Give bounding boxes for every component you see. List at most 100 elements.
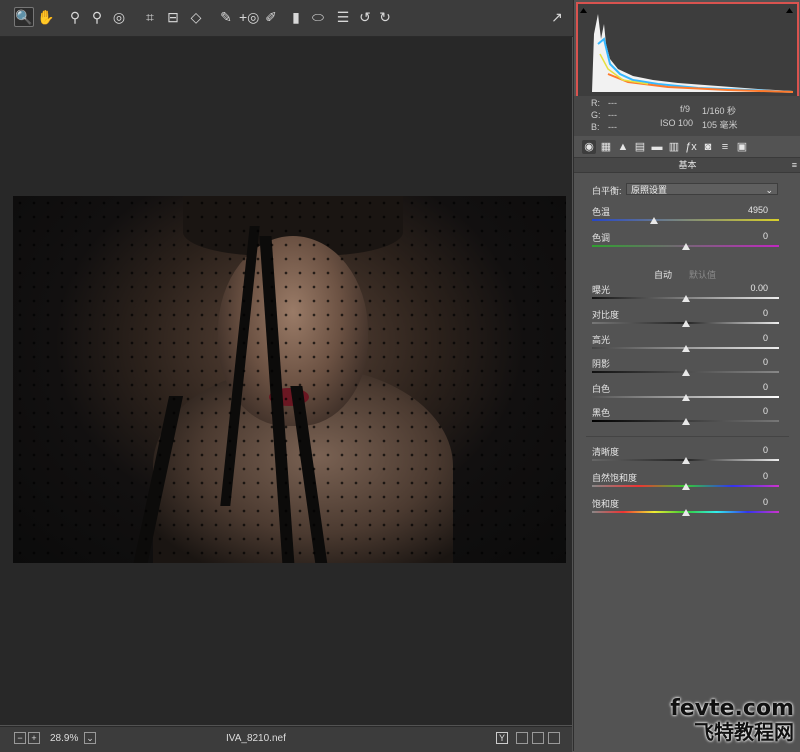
panel-title: 基本: [678, 160, 697, 170]
zoom-out-button[interactable]: −: [14, 732, 26, 744]
split-toning-tab-icon[interactable]: ▬: [650, 140, 664, 154]
adjustments-panel: R: --- G: --- B: --- f/9 1/160 秒 ISO 100…: [573, 0, 800, 751]
zoom-level: 28.9%: [50, 733, 79, 744]
white-balance-select[interactable]: 原照设置 ⌄: [626, 183, 778, 195]
rotate-ccw-icon[interactable]: ↺: [356, 8, 374, 26]
transform-icon[interactable]: ◇: [187, 8, 205, 26]
image-canvas[interactable]: [0, 37, 572, 725]
slider-thumb[interactable]: [681, 509, 690, 516]
slider-label: 阴影: [592, 359, 611, 369]
slider-thumb[interactable]: [681, 243, 690, 250]
slider-label: 自然饱和度: [592, 473, 638, 483]
zoom-icon[interactable]: 🔍: [14, 7, 34, 27]
slider-value[interactable]: 0: [708, 231, 768, 241]
slider-value[interactable]: 4950: [708, 205, 768, 215]
slider-value[interactable]: 0: [708, 308, 768, 318]
slider-value[interactable]: 0.00: [708, 283, 768, 293]
red-eye-icon[interactable]: +◎: [239, 8, 259, 26]
slider-thumb[interactable]: [681, 295, 690, 302]
slider-value[interactable]: 0: [708, 382, 768, 392]
white-balance-label: 白平衡:: [592, 186, 622, 196]
r-value: ---: [608, 98, 617, 108]
r-label: R:: [591, 98, 600, 108]
toggle-settings-button[interactable]: [548, 732, 560, 744]
graduated-filter-icon[interactable]: ▮: [287, 8, 305, 26]
slider-label: 高光: [592, 335, 611, 345]
watermark-site-name: 飞特教程网: [694, 720, 794, 744]
toolbar: 🔍 ✋ ⚲ ⚲ ◎ ⌗ ⊟ ◇ ✎ +◎ ✐ ▮ ⬭ ☰ ↺ ↻ ↗: [0, 0, 574, 37]
snapshots-tab-icon[interactable]: ▣: [735, 140, 749, 154]
slider-value[interactable]: 0: [708, 445, 768, 455]
aperture-value: f/9: [680, 104, 691, 114]
slider-label: 白色: [592, 384, 611, 394]
slider-thumb[interactable]: [681, 457, 690, 464]
focal-length-value: 105 毫米: [702, 120, 738, 130]
iso-value: ISO 100: [660, 118, 694, 128]
slider-thumb[interactable]: [649, 217, 658, 224]
hsl-tab-icon[interactable]: ▤: [633, 140, 647, 154]
g-label: G:: [591, 110, 601, 120]
status-bar: − + 28.9% ⌄ IVA_8210.nef Y: [0, 726, 572, 752]
slider-label: 对比度: [592, 310, 620, 320]
slider-value[interactable]: 0: [708, 357, 768, 367]
hand-icon[interactable]: ✋: [37, 8, 55, 26]
rotate-cw-icon[interactable]: ↻: [376, 8, 394, 26]
preferences-icon[interactable]: ☰: [334, 8, 352, 26]
targeted-adjust-icon[interactable]: ◎: [110, 8, 128, 26]
spot-removal-icon[interactable]: ✎: [217, 8, 235, 26]
slider-label: 色温: [592, 207, 611, 217]
divider: [586, 436, 789, 437]
adjustment-brush-icon[interactable]: ✐: [262, 8, 280, 26]
tone-curve-tab-icon[interactable]: ▦: [599, 140, 613, 154]
slider-thumb[interactable]: [681, 320, 690, 327]
slider-value[interactable]: 0: [708, 497, 768, 507]
histogram: [576, 2, 799, 98]
default-button[interactable]: 默认值: [689, 268, 716, 281]
copy-settings-button[interactable]: [532, 732, 544, 744]
pixel-info: R: --- G: --- B: --- f/9 1/160 秒 ISO 100…: [574, 96, 800, 136]
slider-label: 饱和度: [592, 499, 620, 509]
watermark-domain: fevte.com: [670, 696, 794, 721]
chevron-down-icon: ⌄: [765, 185, 773, 195]
slider-thumb[interactable]: [681, 418, 690, 425]
effects-tab-icon[interactable]: ƒx: [684, 140, 698, 154]
slider-thumb[interactable]: [681, 394, 690, 401]
auto-button[interactable]: 自动: [654, 268, 672, 281]
slider-label: 色调: [592, 233, 611, 243]
camera-calibration-tab-icon[interactable]: ◙: [701, 140, 715, 154]
watermark: fevte.com 飞特教程网: [670, 696, 794, 744]
open-image-icon[interactable]: ↗: [548, 8, 566, 26]
straighten-icon[interactable]: ⊟: [164, 8, 182, 26]
slider-value[interactable]: 0: [708, 406, 768, 416]
basic-tab-icon[interactable]: ◉: [582, 140, 596, 154]
slider-thumb[interactable]: [681, 483, 690, 490]
white-balance-icon[interactable]: ⚲: [66, 8, 84, 26]
white-balance-value: 原照设置: [631, 185, 668, 195]
slider-value[interactable]: 0: [708, 471, 768, 481]
shutter-speed-value: 1/160 秒: [702, 106, 737, 116]
slider-value[interactable]: 0: [708, 333, 768, 343]
g-value: ---: [608, 110, 617, 120]
b-label: B:: [591, 122, 600, 132]
zoom-in-button[interactable]: +: [28, 732, 40, 744]
zoom-dropdown-button[interactable]: ⌄: [84, 732, 96, 744]
slider-thumb[interactable]: [681, 369, 690, 376]
crop-icon[interactable]: ⌗: [141, 8, 159, 26]
panel-tabs: ◉ ▦ ▲ ▤ ▬ ▥ ƒx ◙ ≡ ▣: [574, 138, 800, 156]
slider-label: 曝光: [592, 285, 611, 295]
slider-thumb[interactable]: [681, 345, 690, 352]
before-after-toggle-button[interactable]: Y: [496, 732, 508, 744]
slider-track[interactable]: [592, 219, 779, 221]
presets-tab-icon[interactable]: ≡: [718, 140, 732, 154]
lens-tab-icon[interactable]: ▥: [667, 140, 681, 154]
color-sampler-icon[interactable]: ⚲: [88, 8, 106, 26]
panel-header: 基本 ≡: [574, 157, 800, 173]
panel-menu-icon[interactable]: ≡: [792, 158, 797, 172]
radial-filter-icon[interactable]: ⬭: [309, 8, 327, 26]
b-value: ---: [608, 122, 617, 132]
detail-tab-icon[interactable]: ▲: [616, 140, 630, 154]
swap-view-button[interactable]: [516, 732, 528, 744]
preview-photo: [13, 196, 566, 563]
slider-label: 黑色: [592, 408, 611, 418]
slider-label: 清晰度: [592, 447, 620, 457]
